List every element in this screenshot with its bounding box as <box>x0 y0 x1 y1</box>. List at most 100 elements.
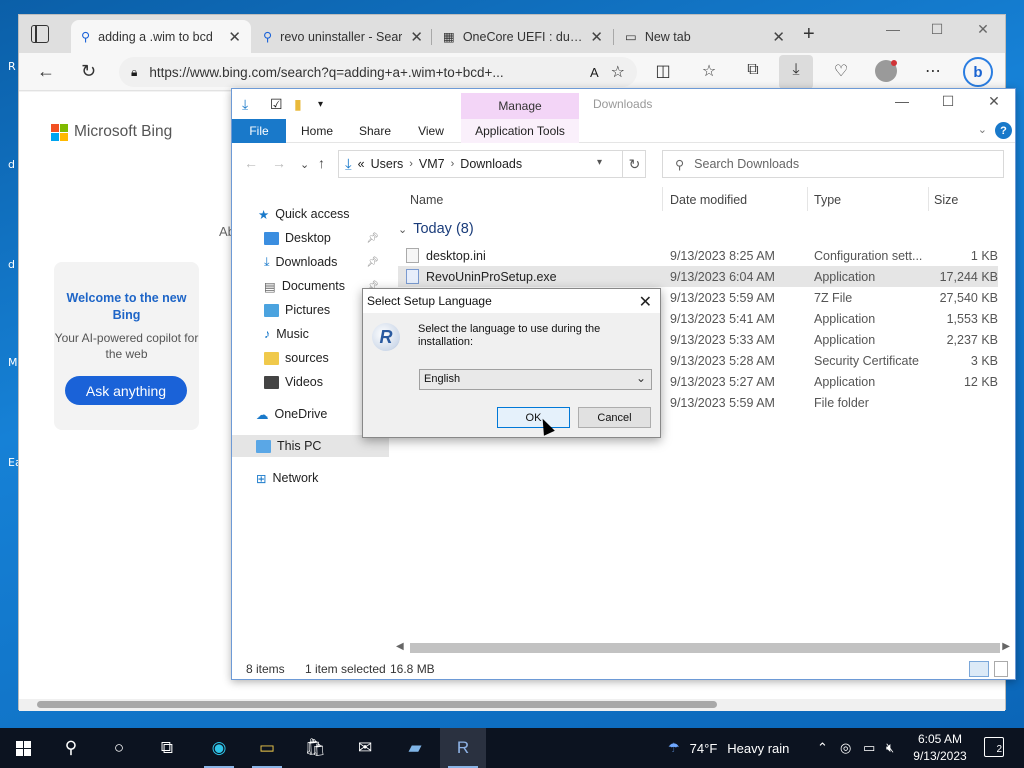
ribbon-tab-view[interactable]: View <box>408 119 454 143</box>
notification-center-icon[interactable]: 2 <box>984 737 1004 757</box>
details-view-icon[interactable] <box>969 661 989 677</box>
close-icon[interactable]: ✕ <box>772 28 785 46</box>
edge-icon[interactable]: ◉ <box>196 728 242 768</box>
tab-new-tab[interactable]: ▭ New tab ✕ <box>615 20 795 53</box>
table-row[interactable]: desktop.ini 9/13/2023 8:25 AM Configurat… <box>398 245 998 266</box>
column-separator[interactable] <box>928 187 929 211</box>
cortana-icon[interactable]: ○ <box>96 728 142 768</box>
quick-access-dropdown-icon[interactable]: ▾ <box>318 99 323 110</box>
search-input[interactable]: ⚲ Search Downloads <box>662 150 1004 178</box>
collections-icon[interactable]: ⧉ <box>741 61 765 79</box>
cancel-button[interactable]: Cancel <box>578 407 651 428</box>
clock[interactable]: 6:05 AM 9/13/2023 <box>912 731 968 765</box>
close-icon[interactable]: ✕ <box>410 28 423 46</box>
nav-item-network[interactable]: ⊞ Network <box>232 467 389 489</box>
ribbon-tab-application-tools[interactable]: Application Tools <box>461 119 579 143</box>
start-button[interactable] <box>0 728 46 768</box>
recent-locations-icon[interactable]: ⌄ <box>300 158 309 171</box>
refresh-icon[interactable]: ↻ <box>81 61 96 82</box>
tab-actions-icon[interactable] <box>31 25 49 43</box>
column-separator[interactable] <box>662 187 663 211</box>
search-placeholder: Search Downloads <box>694 157 800 171</box>
nav-item-downloads[interactable]: ⤓ Downloads 📌︎ <box>232 251 389 273</box>
close-icon[interactable]: ✕ <box>590 28 603 46</box>
new-tab-button[interactable]: + <box>803 24 815 44</box>
bing-logo[interactable]: Microsoft Bing <box>51 123 172 141</box>
network-icon[interactable]: ▭ <box>863 740 875 756</box>
language-select[interactable]: English ⌄ <box>419 369 652 390</box>
column-header-name[interactable]: Name <box>410 193 443 207</box>
browser-essentials-icon[interactable]: ♡ <box>829 61 853 81</box>
nav-item-quick-access[interactable]: ★ Quick access <box>232 203 389 225</box>
forward-icon[interactable]: → <box>272 155 286 171</box>
breadcrumb-overflow[interactable]: « <box>358 157 365 171</box>
chevron-down-icon[interactable]: ⌄ <box>978 123 987 136</box>
file-list-horizontal-scrollbar[interactable]: ◀ ▶ <box>392 641 1014 655</box>
ok-button[interactable]: OK <box>497 407 570 428</box>
address-bar[interactable]: 🔒︎ https://www.bing.com/search?q=adding+… <box>119 57 637 87</box>
scrollbar-thumb[interactable] <box>37 701 717 708</box>
maximize-icon[interactable]: ☐ <box>925 93 971 110</box>
nav-item-this-pc[interactable]: This PC <box>232 435 389 457</box>
mail-icon[interactable]: ✉ <box>342 728 388 768</box>
ribbon-tab-home[interactable]: Home <box>294 119 340 143</box>
column-header-date[interactable]: Date modified <box>670 193 747 207</box>
table-row[interactable]: RevoUninProSetup.exe 9/13/2023 6:04 AM A… <box>398 266 998 287</box>
refresh-icon[interactable]: ↻ <box>622 150 646 178</box>
file-type: Application <box>814 375 876 389</box>
ask-anything-button[interactable]: Ask anything <box>65 376 187 405</box>
volume-muted-icon[interactable]: 🔇︎ <box>886 740 894 756</box>
back-icon[interactable]: ← <box>37 61 55 82</box>
properties-icon[interactable]: ☑ <box>270 96 283 113</box>
help-icon[interactable]: ? <box>995 122 1012 139</box>
tab-revo-search[interactable]: ⚲ revo uninstaller - Sear ✕ <box>253 20 433 53</box>
scroll-left-icon[interactable]: ◀ <box>396 641 404 652</box>
remote-desktop-icon[interactable]: ▰ <box>392 728 438 768</box>
close-window-icon[interactable]: ✕ <box>961 21 1005 38</box>
tab-onecore[interactable]: ▦ OneCore UEFI : duck3 ✕ <box>433 20 613 53</box>
scroll-right-icon[interactable]: ▶ <box>1002 641 1010 652</box>
split-screen-icon[interactable]: ◫ <box>651 61 675 81</box>
page-horizontal-scrollbar[interactable] <box>19 699 1005 711</box>
file-explorer-icon[interactable]: ▭ <box>244 728 290 768</box>
back-icon[interactable]: ← <box>244 155 258 171</box>
meet-now-icon[interactable]: ◎ <box>840 740 851 756</box>
search-icon[interactable]: ⚲ <box>48 728 94 768</box>
column-header-type[interactable]: Type <box>814 193 841 207</box>
breadcrumb-downloads[interactable]: Downloads <box>460 157 522 171</box>
breadcrumb-vm7[interactable]: VM7 <box>419 157 445 171</box>
show-hidden-icons-icon[interactable]: ⌃ <box>817 740 828 756</box>
manage-tab[interactable]: Manage <box>461 93 579 119</box>
chevron-right-icon[interactable]: › <box>451 158 455 170</box>
minimize-icon[interactable]: — <box>871 21 915 37</box>
address-dropdown-icon[interactable]: ▾ <box>597 157 602 168</box>
revo-setup-taskbar-icon[interactable]: R <box>440 728 486 768</box>
new-folder-icon[interactable]: ▮ <box>294 96 302 113</box>
store-icon[interactable]: 🛍︎ <box>292 728 338 768</box>
favorite-star-icon[interactable]: ☆ <box>611 62 625 82</box>
column-header-size[interactable]: Size <box>934 193 958 207</box>
tab-bing-search[interactable]: ⚲ adding a .wim to bcd ✕ <box>71 20 251 53</box>
ribbon-tab-share[interactable]: Share <box>352 119 398 143</box>
chevron-down-icon[interactable]: ⌄ <box>636 371 646 385</box>
chevron-right-icon[interactable]: › <box>409 158 413 170</box>
close-window-icon[interactable]: ✕ <box>971 93 1017 110</box>
favorites-icon[interactable]: ☆ <box>697 61 721 81</box>
weather-widget[interactable]: ☂ 74°F Heavy rain <box>668 740 789 756</box>
breadcrumb-users[interactable]: Users <box>371 157 404 171</box>
group-header-today[interactable]: ⌄ Today (8) <box>398 221 474 237</box>
ribbon-tab-file[interactable]: File <box>232 119 286 143</box>
more-icon[interactable]: ⋯ <box>921 61 945 81</box>
bing-chat-button[interactable]: b <box>963 57 993 87</box>
read-aloud-icon[interactable]: A <box>590 65 599 80</box>
scrollbar-thumb[interactable] <box>410 643 1000 653</box>
column-separator[interactable] <box>807 187 808 211</box>
task-view-icon[interactable]: ⧉ <box>144 728 190 768</box>
maximize-icon[interactable]: ☐ <box>915 21 959 38</box>
close-icon[interactable]: ✕ <box>639 292 652 312</box>
large-icons-view-icon[interactable] <box>994 661 1008 677</box>
close-icon[interactable]: ✕ <box>228 28 241 46</box>
minimize-icon[interactable]: — <box>879 93 925 109</box>
up-icon[interactable]: ↑ <box>318 155 325 171</box>
nav-item-desktop[interactable]: Desktop 📌︎ <box>232 227 389 249</box>
